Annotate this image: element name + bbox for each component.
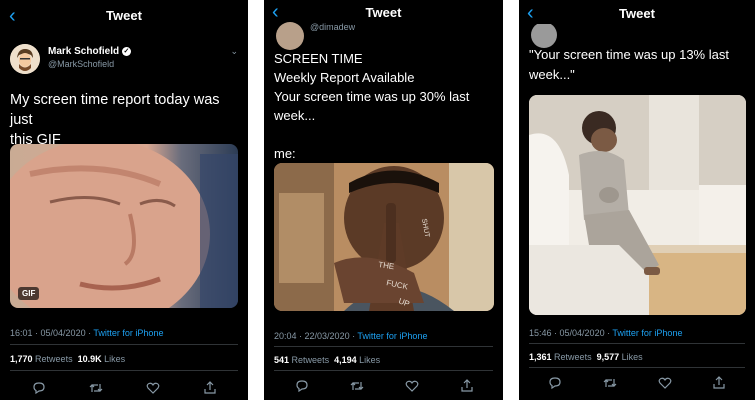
share-icon[interactable] — [711, 375, 727, 391]
avatar[interactable] — [10, 44, 40, 74]
tweet-date: 05/04/2020 — [559, 328, 605, 338]
share-icon[interactable] — [202, 380, 218, 396]
tweet-stats: 1,770 Retweets 10.9K Likes — [10, 354, 238, 364]
like-icon[interactable] — [404, 378, 420, 394]
retweets-label[interactable]: Retweets — [35, 354, 73, 364]
divider — [274, 370, 493, 371]
author-name[interactable]: Mark Schofield ✓ — [48, 46, 131, 57]
tweet-actions — [0, 380, 248, 396]
gif-badge: GIF — [18, 287, 40, 300]
divider — [529, 367, 745, 368]
like-icon[interactable] — [145, 380, 161, 396]
share-icon[interactable] — [459, 378, 475, 394]
tweet-text: "Your screen time was up 13% last week..… — [529, 47, 729, 82]
likes-label[interactable]: Likes — [104, 354, 125, 364]
author-name-text[interactable]: Mark Schofield — [48, 46, 119, 57]
tweet-time: 16:01 — [10, 328, 33, 338]
divider — [529, 343, 745, 344]
retweets-label[interactable]: Retweets — [292, 355, 330, 365]
tweet-meta: 20:04 · 22/03/2020 · Twitter for iPhone — [274, 331, 428, 341]
like-count[interactable]: 4,194 — [334, 355, 357, 365]
divider — [274, 346, 493, 347]
tweet-panel-1: ‹ Tweet Mark Schofield ✓ @MarkSchofield … — [0, 0, 248, 400]
like-count[interactable]: 9,577 — [597, 352, 620, 362]
tweet-meta: 15:46 · 05/04/2020 · Twitter for iPhone — [529, 328, 683, 338]
tweet-client-link[interactable]: Twitter for iPhone — [612, 328, 682, 338]
tweet-stats: 541 Retweets 4,194 Likes — [274, 355, 493, 365]
tweet-actions — [264, 378, 503, 394]
like-count[interactable]: 10.9K — [78, 354, 102, 364]
tweet-panel-3: ‹ Tweet "Your screen time was up 13% las… — [519, 0, 755, 400]
like-icon[interactable] — [657, 375, 673, 391]
reply-icon[interactable] — [31, 380, 47, 396]
tweet-time: 15:46 — [529, 328, 552, 338]
tweet-image[interactable] — [529, 95, 746, 315]
retweet-count[interactable]: 541 — [274, 355, 289, 365]
retweet-icon[interactable] — [602, 375, 618, 391]
retweet-count[interactable]: 1,770 — [10, 354, 33, 364]
tweet-stats: 1,361 Retweets 9,577 Likes — [529, 352, 745, 362]
tweet-header: ‹ Tweet — [0, 0, 248, 32]
header-title: Tweet — [106, 8, 142, 23]
header-title: Tweet — [619, 6, 655, 21]
likes-label[interactable]: Likes — [622, 352, 643, 362]
tweet-date: 05/04/2020 — [40, 328, 86, 338]
retweet-icon[interactable] — [349, 378, 365, 394]
divider — [10, 370, 238, 371]
verified-icon: ✓ — [121, 46, 131, 56]
tweet-header: ‹ Tweet — [264, 0, 503, 22]
tweet-panel-2: @dimadew ‹ Tweet SCREEN TIME Weekly Repo… — [264, 0, 503, 400]
tweet-actions — [519, 375, 755, 391]
divider — [10, 344, 238, 345]
chevron-down-icon[interactable]: ⌄ — [230, 46, 238, 57]
header-title: Tweet — [365, 5, 402, 20]
retweets-label[interactable]: Retweets — [554, 352, 592, 362]
tweet-header: ‹ Tweet — [519, 0, 755, 24]
retweet-icon[interactable] — [88, 380, 104, 396]
tweet-text: My screen time report today was just thi… — [10, 92, 220, 148]
tweet-image[interactable]: THE FUCK UP SHUT — [274, 163, 494, 311]
tweet-gif[interactable]: GIF — [10, 144, 238, 308]
reply-icon[interactable] — [547, 375, 563, 391]
tweet-meta: 16:01 · 05/04/2020 · Twitter for iPhone — [10, 328, 164, 338]
author-handle[interactable]: @MarkSchofield — [48, 59, 114, 69]
retweet-count[interactable]: 1,361 — [529, 352, 552, 362]
tweet-text: SCREEN TIME Weekly Report Available Your… — [274, 51, 470, 161]
likes-label[interactable]: Likes — [359, 355, 380, 365]
tweet-client-link[interactable]: Twitter for iPhone — [357, 331, 427, 341]
tweet-client-link[interactable]: Twitter for iPhone — [93, 328, 163, 338]
avatar[interactable] — [276, 22, 304, 50]
tweet-time: 20:04 — [274, 331, 297, 341]
tweet-date: 22/03/2020 — [304, 331, 350, 341]
reply-icon[interactable] — [294, 378, 310, 394]
author-handle-partial[interactable]: @dimadew — [310, 23, 355, 31]
